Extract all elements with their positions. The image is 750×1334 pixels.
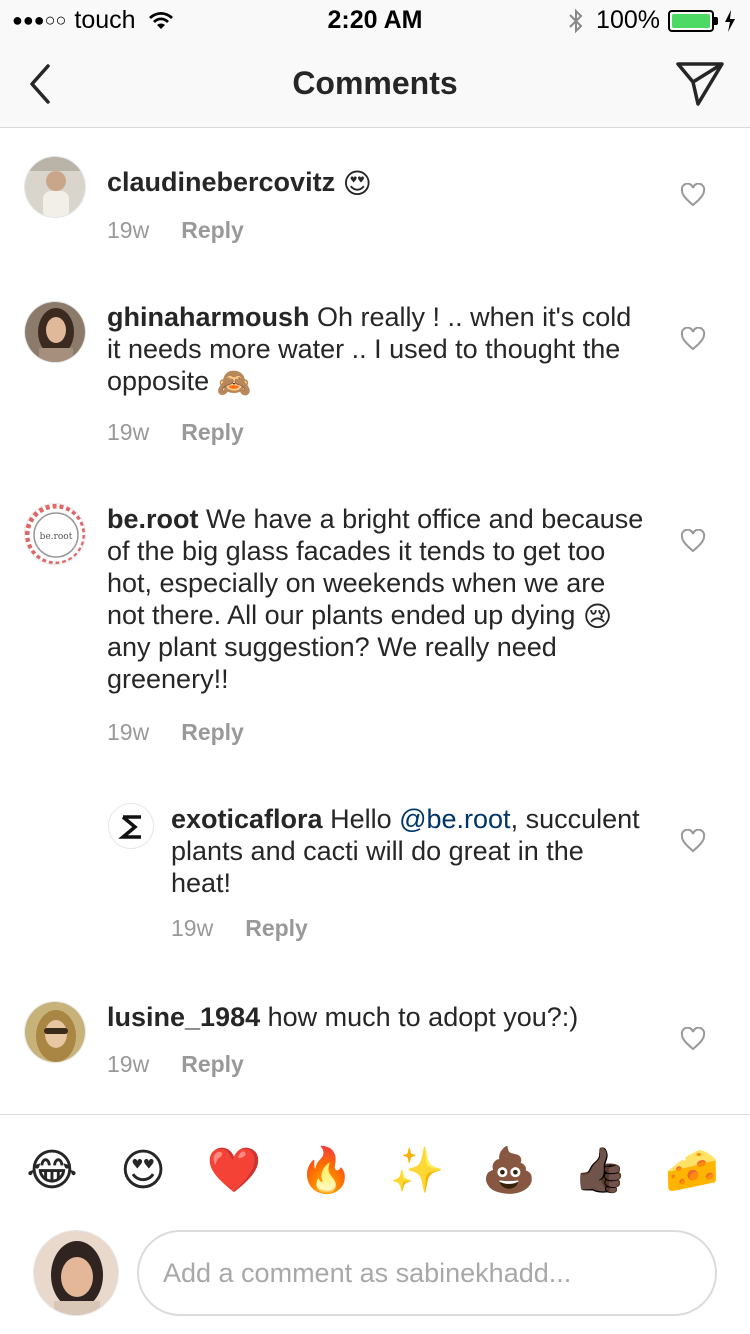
battery-percent: 100% — [596, 6, 660, 34]
comment-meta: 19w Reply — [107, 217, 244, 244]
comment-age: 19w — [171, 915, 214, 941]
avatar[interactable]: be.root — [24, 503, 86, 565]
comment-input[interactable] — [137, 1230, 717, 1316]
comment-meta: 19w Reply — [171, 915, 308, 942]
see-no-evil-monkey-emoji: 🙈 — [216, 366, 252, 398]
crying-face-emoji: 😢 — [582, 600, 613, 632]
mention-link[interactable]: @be.root — [399, 804, 510, 834]
emoji-sparkles-button[interactable]: ✨ — [389, 1143, 445, 1199]
reply-button[interactable]: Reply — [181, 719, 244, 746]
comment-username[interactable]: ghinaharmoush — [107, 302, 310, 332]
comment-content: how much to adopt you?:) — [260, 1002, 579, 1032]
avatar[interactable] — [24, 156, 86, 218]
comment-username[interactable]: claudinebercovitz — [107, 167, 335, 197]
emoji-fire-button[interactable]: 🔥 — [298, 1143, 354, 1199]
system-indicators: 100% — [568, 6, 736, 35]
heart-icon[interactable] — [680, 529, 706, 553]
comment-age: 19w — [107, 419, 150, 445]
heart-icon[interactable] — [680, 327, 706, 351]
comment-text: lusine_1984 how much to adopt you?:) — [107, 1001, 647, 1033]
heart-icon[interactable] — [680, 829, 706, 853]
comment-age: 19w — [107, 217, 150, 243]
svg-text:be.root: be.root — [40, 532, 73, 542]
comment-item: be.root be.root We have a bright office … — [0, 491, 750, 751]
status-bar: ●●●○○ touch 2:20 AM 100% — [0, 0, 750, 40]
comment-content: Hello — [322, 804, 400, 834]
heart-icon[interactable] — [680, 183, 706, 207]
reply-button[interactable]: Reply — [181, 419, 244, 446]
comment-meta: 19w Reply — [107, 1051, 244, 1078]
paper-plane-icon[interactable] — [674, 58, 726, 108]
emoji-quick-bar: 😂 😍 ❤️ 🔥 ✨ 💩 👍🏿 🧀 — [0, 1114, 750, 1222]
comment-age: 19w — [107, 1051, 150, 1077]
comment-username[interactable]: lusine_1984 — [107, 1002, 260, 1032]
battery-icon — [668, 9, 718, 32]
avatar — [33, 1230, 119, 1316]
nav-bar: Comments — [0, 40, 750, 128]
comment-username[interactable]: exoticaflora — [171, 804, 323, 834]
battery-level — [672, 13, 710, 28]
comment-meta: 19w Reply — [107, 719, 244, 746]
comment-content-continued: any plant suggestion? We really need gre… — [107, 632, 557, 694]
comment-list[interactable]: claudinebercovitz 😍 19w Reply ghinaharmo… — [0, 129, 750, 1114]
emoji-poop-button[interactable]: 💩 — [481, 1143, 537, 1199]
heart-icon[interactable] — [680, 1027, 706, 1051]
charging-icon — [725, 9, 735, 32]
emoji-tears-of-joy-button[interactable]: 😂 — [24, 1143, 80, 1199]
comment-text: claudinebercovitz 😍 — [107, 166, 667, 198]
avatar[interactable] — [24, 1001, 86, 1063]
comment-composer — [0, 1222, 750, 1334]
reply-button[interactable]: Reply — [181, 1051, 244, 1078]
avatar[interactable] — [108, 803, 154, 849]
comment-item: ghinaharmoush Oh really ! .. when it's c… — [0, 289, 750, 449]
emoji-thumbs-up-button[interactable]: 👍🏿 — [572, 1143, 628, 1199]
heart-eyes-emoji: 😍 — [342, 167, 372, 199]
comment-username[interactable]: be.root — [107, 504, 199, 534]
emoji-cheese-button[interactable]: 🧀 — [664, 1143, 720, 1199]
emoji-red-heart-button[interactable]: ❤️ — [206, 1143, 262, 1199]
comment-text: exoticaflora Hello @be.root, succulent p… — [171, 803, 641, 899]
bluetooth-icon — [569, 8, 583, 33]
reply-button[interactable]: Reply — [245, 915, 308, 942]
comment-age: 19w — [107, 719, 150, 745]
comment-meta: 19w Reply — [107, 419, 244, 446]
emoji-heart-eyes-button[interactable]: 😍 — [115, 1143, 171, 1199]
reply-button[interactable]: Reply — [181, 217, 244, 244]
page-title: Comments — [292, 65, 458, 101]
reply-item: exoticaflora Hello @be.root, succulent p… — [0, 791, 750, 961]
comment-item: claudinebercovitz 😍 19w Reply — [0, 129, 750, 259]
comment-text: ghinaharmoush Oh really ! .. when it's c… — [107, 301, 647, 397]
comment-item: lusine_1984 how much to adopt you?:) 19w… — [0, 989, 750, 1099]
comment-text: be.root We have a bright office and beca… — [107, 503, 647, 695]
avatar[interactable] — [24, 301, 86, 363]
